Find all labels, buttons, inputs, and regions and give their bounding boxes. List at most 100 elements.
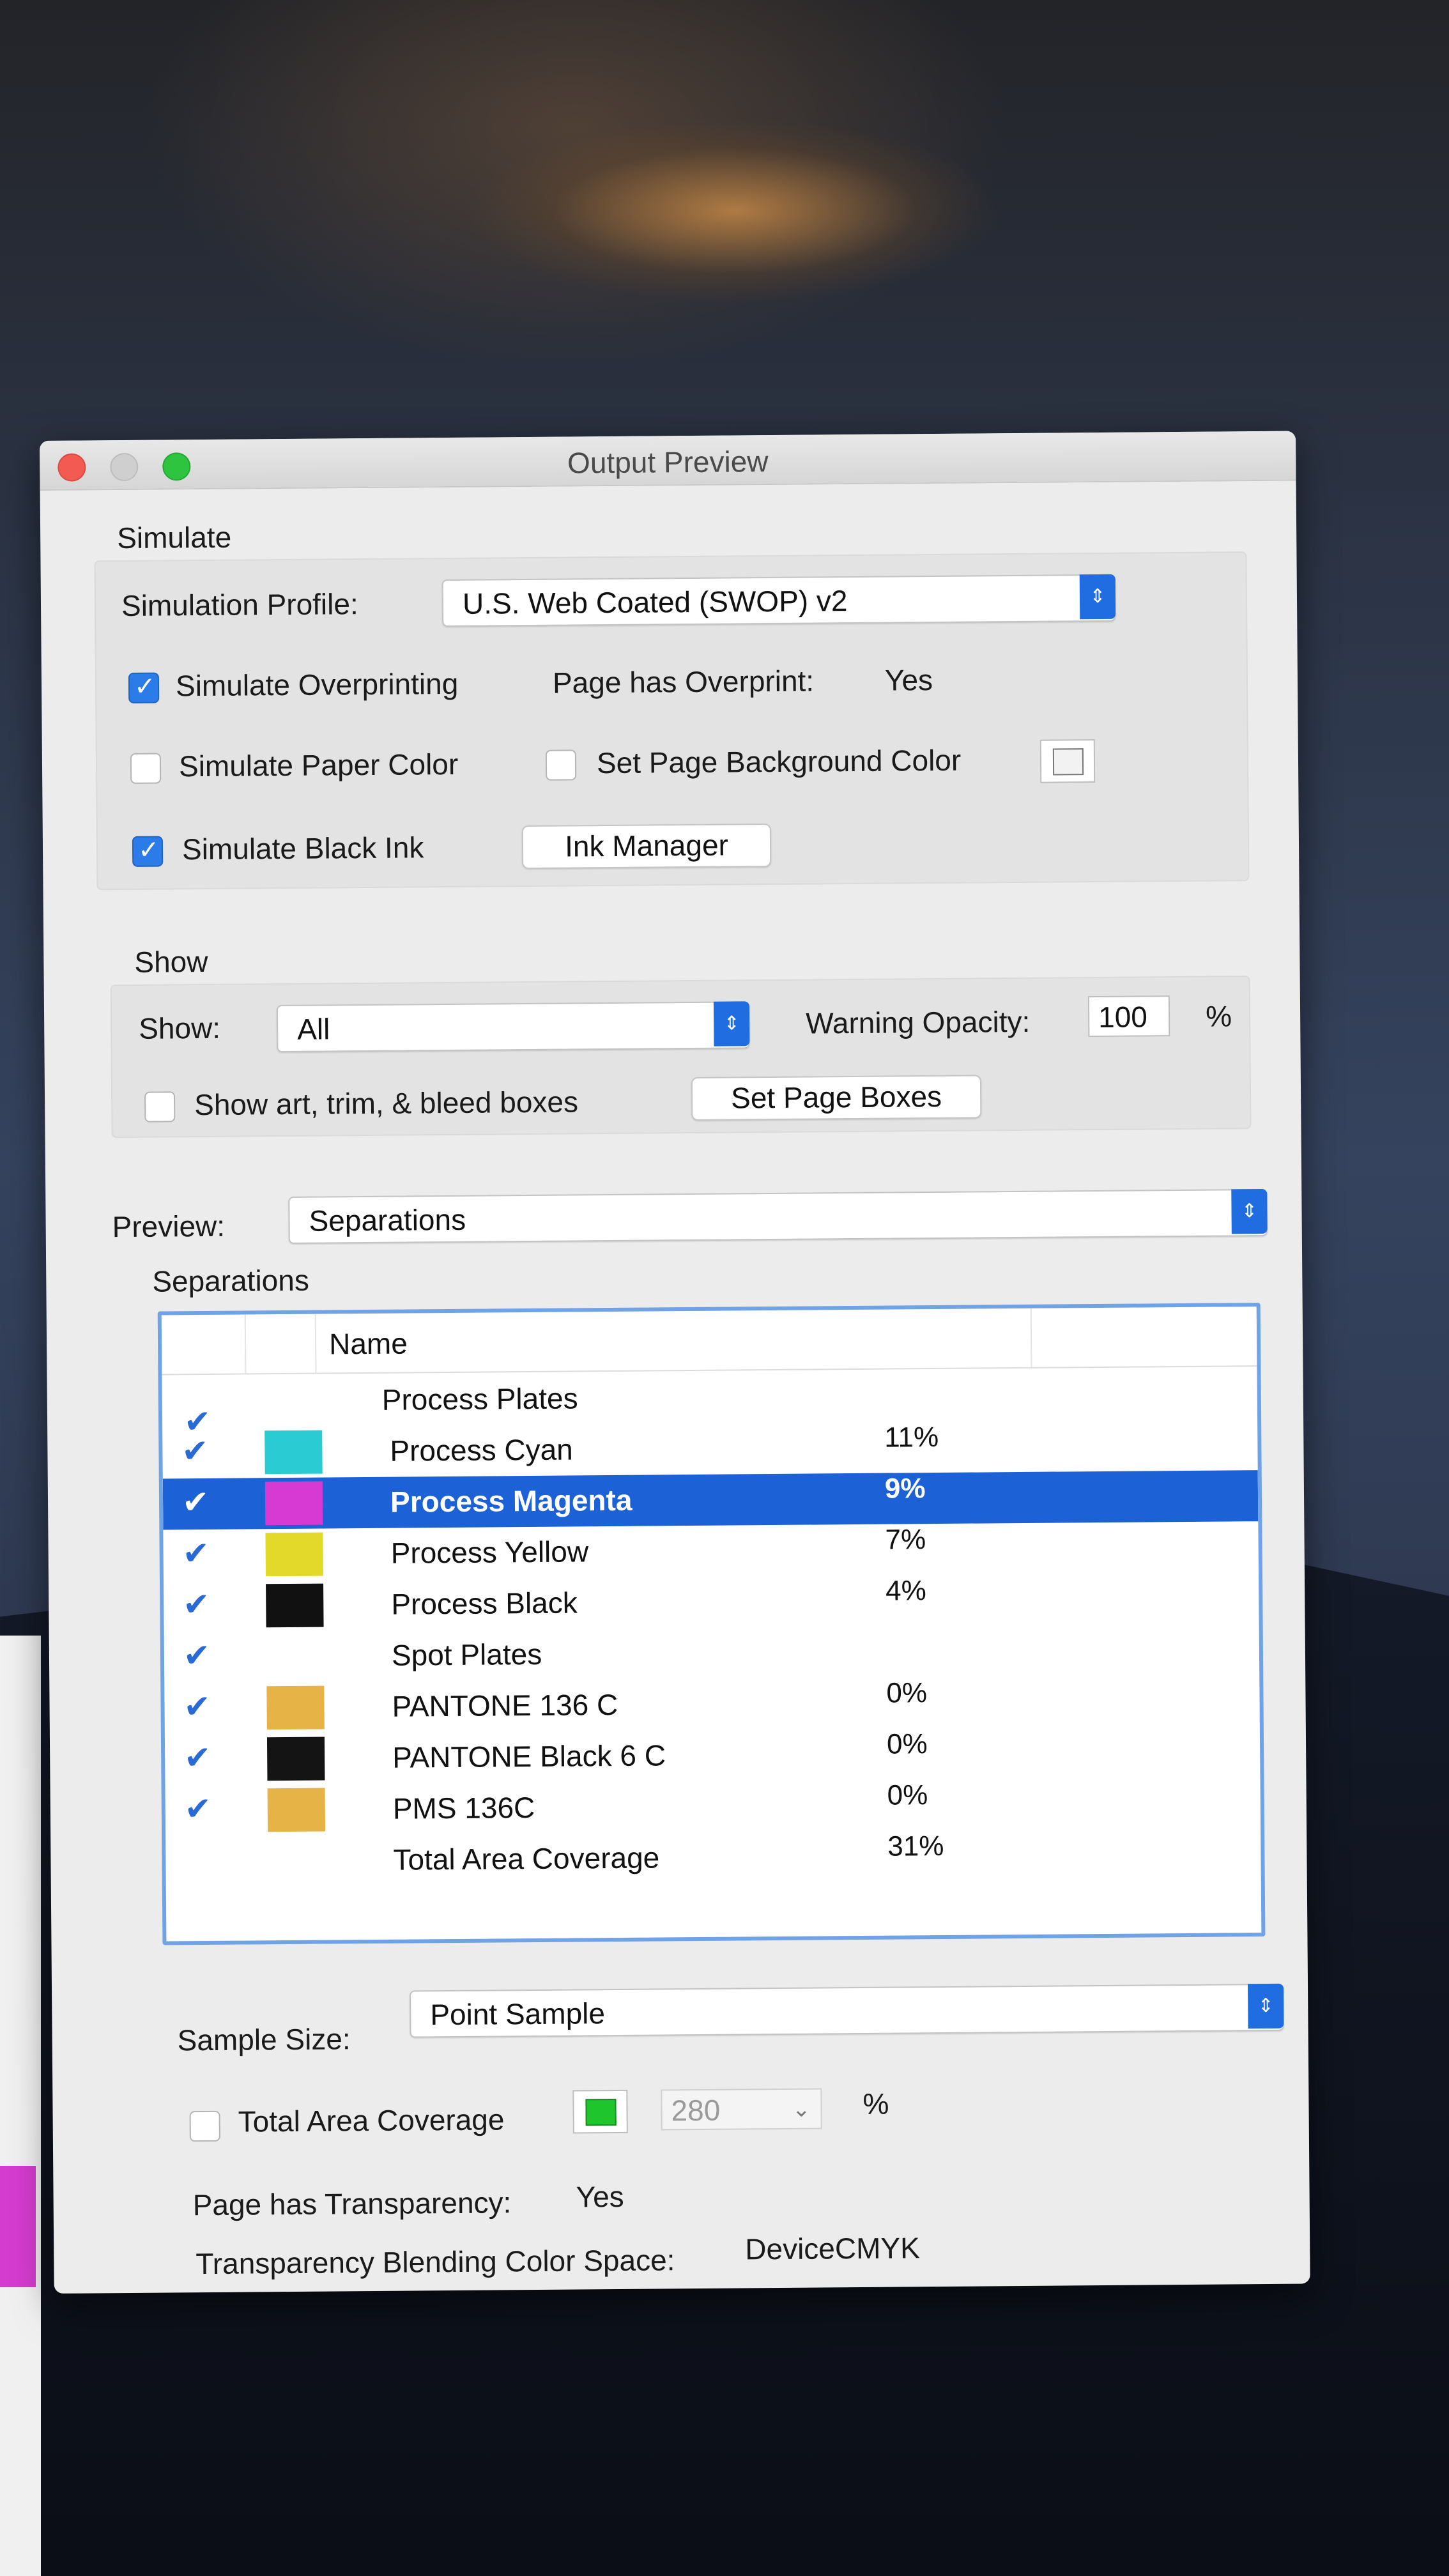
separation-percent: 4%: [885, 1575, 926, 1607]
yellow-swatch: [265, 1532, 323, 1577]
sample-size-select[interactable]: Point Sample ⇕: [410, 1983, 1284, 2038]
output-preview-dialog: Output Preview Simulate Simulation Profi…: [40, 431, 1310, 2294]
preview-label: Preview:: [112, 1209, 226, 1244]
simulate-black-ink-label: Simulate Black Ink: [181, 831, 424, 866]
separation-name: Process Yellow: [390, 1535, 589, 1570]
separation-name: Process Black: [391, 1586, 578, 1621]
ink-manager-button[interactable]: Ink Manager: [521, 824, 772, 870]
separations-list[interactable]: Name Process Plates ✔ ✔ Process Cyan 11%…: [157, 1303, 1266, 1945]
pantone-black-swatch: [266, 1736, 325, 1781]
separation-name: PMS 136C: [392, 1790, 535, 1825]
warning-opacity-label: Warning Opacity:: [805, 1004, 1031, 1040]
show-boxes-checkbox[interactable]: [144, 1091, 176, 1123]
show-select[interactable]: All ⇕: [276, 1001, 750, 1053]
blending-space-label: Transparency Blending Color Space:: [195, 2243, 675, 2281]
sample-size-value: Point Sample: [430, 1997, 606, 2032]
black-swatch: [266, 1583, 324, 1628]
separation-row[interactable]: ✔ PANTONE 136 C 0%: [164, 1675, 1260, 1734]
page-overprint-value: Yes: [884, 663, 933, 697]
pantone-136-swatch: [266, 1685, 325, 1730]
simulation-profile-value: U.S. Web Coated (SWOP) v2: [462, 584, 848, 620]
checkmark-icon[interactable]: ✔: [185, 1791, 214, 1827]
simulate-paper-color-checkbox[interactable]: [130, 753, 162, 784]
tac-color-swatch[interactable]: [572, 2089, 628, 2134]
show-value: All: [297, 1012, 330, 1046]
separation-percent: 0%: [887, 1779, 928, 1811]
set-page-background-label: Set Page Background Color: [596, 743, 962, 780]
separation-row[interactable]: ✔ Process Cyan 11%: [162, 1419, 1258, 1478]
total-area-coverage-label: Total Area Coverage: [238, 2103, 505, 2138]
separation-row[interactable]: ✔ Process Yellow 7%: [163, 1521, 1259, 1581]
page-transparency-label: Page has Transparency:: [192, 2186, 512, 2222]
header-name: Name: [328, 1326, 408, 1361]
separation-name: Process Cyan: [390, 1432, 573, 1468]
header-col-swatch: [244, 1314, 317, 1374]
updown-chevron-icon: ⇕: [1079, 574, 1116, 620]
page-overprint-label: Page has Overprint:: [552, 664, 815, 700]
checkmark-icon[interactable]: ✔: [184, 1740, 213, 1775]
simulate-black-ink-checkbox[interactable]: [132, 836, 164, 867]
separation-percent: 31%: [887, 1830, 944, 1862]
updown-chevron-icon: ⇕: [1231, 1188, 1268, 1234]
checkmark-icon[interactable]: ✔: [182, 1535, 212, 1571]
total-area-coverage-checkbox[interactable]: [189, 2110, 220, 2142]
updown-chevron-icon: ⇕: [1248, 1983, 1284, 2029]
separation-name: Total Area Coverage: [393, 1841, 660, 1876]
simulate-section-label: Simulate: [116, 520, 232, 555]
tac-value-combobox[interactable]: 280 ⌄: [661, 2088, 822, 2131]
show-boxes-label: Show art, trim, & bleed boxes: [194, 1085, 579, 1122]
show-label: Show:: [139, 1011, 221, 1045]
separation-percent: 7%: [885, 1524, 926, 1556]
cyan-swatch: [264, 1430, 323, 1475]
separation-name: Process Magenta: [390, 1483, 632, 1519]
tac-value: 280: [671, 2093, 721, 2128]
chevron-down-icon: ⌄: [792, 2097, 811, 2122]
separation-row[interactable]: ✔ PMS 136C 0%: [165, 1777, 1261, 1836]
simulate-paper-color-label: Simulate Paper Color: [178, 747, 459, 783]
empty-color-swatch-icon: [1052, 748, 1084, 776]
header-col-percent: [832, 1308, 1032, 1369]
separation-percent: 9%: [884, 1473, 926, 1505]
separation-row[interactable]: ✔ Spot Plates: [164, 1623, 1260, 1683]
tac-unit: %: [862, 2087, 889, 2120]
checkmark-icon[interactable]: ✔: [183, 1689, 213, 1724]
separations-header: Name: [161, 1307, 1257, 1376]
separation-row[interactable]: ✔ Process Black 4%: [164, 1572, 1259, 1632]
separation-row-selected[interactable]: ✔ Process Magenta 9%: [162, 1470, 1259, 1530]
checkmark-icon[interactable]: ✔: [181, 1433, 211, 1469]
checkmark-icon[interactable]: ✔: [183, 1637, 213, 1673]
sample-size-label: Sample Size:: [177, 2022, 351, 2057]
separations-section-label: Separations: [152, 1263, 310, 1298]
preview-select[interactable]: Separations ⇕: [288, 1188, 1268, 1244]
set-page-background-checkbox[interactable]: [545, 749, 577, 781]
background-window-edge: [0, 1636, 41, 2576]
simulation-profile-select[interactable]: U.S. Web Coated (SWOP) v2 ⇕: [441, 574, 1116, 627]
magenta-strip: [0, 2166, 36, 2287]
set-page-boxes-button[interactable]: Set Page Boxes: [691, 1075, 982, 1121]
checkmark-icon[interactable]: ✔: [182, 1484, 211, 1520]
simulate-overprinting-checkbox[interactable]: [128, 672, 160, 703]
separation-row-total[interactable]: Total Area Coverage 31%: [165, 1828, 1261, 1887]
separation-percent: 11%: [884, 1421, 939, 1453]
separation-name: PANTONE Black 6 C: [392, 1738, 666, 1774]
header-col-check: [161, 1314, 247, 1374]
simulate-overprinting-label: Simulate Overprinting: [175, 666, 459, 703]
separation-row[interactable]: ✔ PANTONE Black 6 C 0%: [165, 1726, 1261, 1785]
separation-name: Process Plates: [381, 1381, 578, 1416]
separation-percent: 0%: [886, 1677, 928, 1709]
blending-space-value: DeviceCMYK: [745, 2231, 920, 2266]
updown-chevron-icon: ⇕: [713, 1001, 750, 1046]
checkmark-icon[interactable]: ✔: [183, 1586, 212, 1622]
separation-name: Spot Plates: [391, 1637, 542, 1672]
show-section-label: Show: [134, 944, 208, 979]
simulation-profile-label: Simulation Profile:: [121, 587, 358, 623]
window-title: Output Preview: [567, 445, 769, 480]
titlebar[interactable]: Output Preview: [40, 431, 1296, 491]
warning-opacity-unit: %: [1205, 999, 1232, 1033]
warning-opacity-input[interactable]: 100: [1087, 995, 1170, 1038]
separation-percent: 0%: [886, 1728, 928, 1760]
page-background-color-swatch[interactable]: [1039, 739, 1096, 783]
page-transparency-value: Yes: [576, 2179, 624, 2214]
magenta-swatch: [264, 1481, 323, 1526]
green-swatch-icon: [585, 2098, 617, 2126]
